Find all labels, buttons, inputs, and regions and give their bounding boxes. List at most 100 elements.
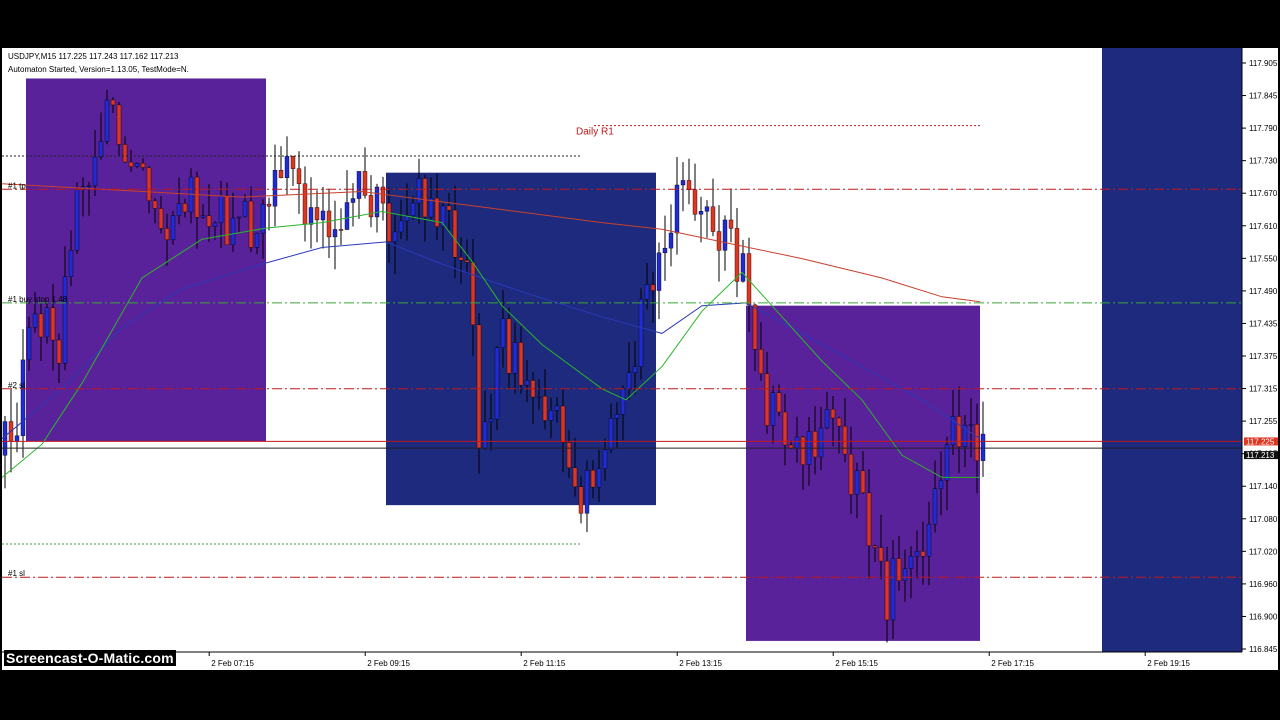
price-tick-label: 117.670: [1249, 189, 1278, 198]
candle-body: [638, 298, 644, 367]
price-tick-label: 117.790: [1249, 124, 1278, 133]
candle-body: [578, 486, 584, 514]
candle-body: [770, 392, 776, 426]
candle-body: [236, 216, 242, 219]
candle-body: [86, 185, 92, 187]
candle-body: [566, 442, 572, 469]
candle-body: [680, 180, 686, 186]
candle-body: [524, 380, 530, 386]
candle-body: [548, 410, 554, 421]
order-label-2: #1 tp: [8, 181, 26, 190]
candle-body: [56, 339, 62, 364]
price-chart[interactable]: Daily R1 #1 tp #1 buy stop 1.48 #2 sl #1 sl 1…: [2, 48, 1278, 670]
candle-body: [146, 167, 152, 202]
candle-body: [98, 141, 104, 158]
candle-body: [728, 219, 734, 229]
candle-body: [542, 395, 548, 421]
candle-body: [410, 202, 416, 216]
candle-body: [2, 421, 8, 456]
watermark: Screencast-O-Matic.com: [4, 650, 176, 666]
time-tick-label: 2 Feb 09:15: [367, 659, 410, 668]
candle-body: [974, 423, 980, 461]
price-tick-label: 117.375: [1249, 352, 1278, 361]
candle-body: [386, 202, 392, 242]
candle-body: [392, 231, 398, 242]
price-tick-label: 116.960: [1249, 580, 1278, 589]
candle-body: [74, 189, 80, 251]
order-label-8: #1 sl: [8, 569, 25, 578]
candle-body: [908, 555, 914, 569]
price-tick-label: 116.845: [1249, 645, 1278, 654]
candle-body: [356, 171, 362, 199]
candle-body: [338, 229, 344, 231]
candle-body: [842, 425, 848, 455]
candle-body: [590, 470, 596, 488]
candle-body: [584, 470, 590, 514]
price-tick-label: 117.845: [1249, 92, 1278, 101]
order-label-4: #2 sl: [8, 381, 25, 390]
candle-body: [176, 203, 182, 216]
candle-body: [350, 198, 356, 203]
candle-body: [278, 170, 284, 178]
candle-body: [302, 183, 308, 225]
time-tick-label: 2 Feb 07:15: [211, 659, 254, 668]
candle-body: [764, 373, 770, 426]
candle-body: [182, 203, 188, 213]
candle-body: [668, 232, 674, 249]
candle-body: [926, 523, 932, 557]
price-tick-label: 117.550: [1249, 254, 1278, 263]
candle-body: [518, 342, 524, 386]
candle-body: [464, 259, 470, 263]
candle-body: [308, 207, 314, 225]
candle-body: [140, 162, 146, 168]
candle-body: [872, 545, 878, 548]
candle-body: [890, 558, 896, 621]
candle-body: [776, 392, 782, 413]
candle-body: [536, 395, 542, 398]
candle-body: [710, 206, 716, 232]
candle-body: [44, 307, 50, 338]
bid-price-label: 117.213: [1246, 451, 1275, 460]
candle-body: [554, 405, 560, 411]
candle-body: [122, 144, 128, 163]
candle-body: [224, 195, 230, 246]
candle-body: [914, 551, 920, 557]
candle-body: [32, 313, 38, 328]
candle-body: [704, 206, 710, 212]
candle-body: [956, 416, 962, 448]
candle-body: [626, 372, 632, 390]
candle-body: [314, 207, 320, 221]
candle-body: [818, 427, 824, 458]
chart-frame[interactable]: Daily R1 #1 tp #1 buy stop 1.48 #2 sl #1 sl 1…: [2, 48, 1278, 670]
candle-body: [932, 488, 938, 525]
price-tick-label: 117.080: [1249, 515, 1278, 524]
candle-body: [20, 359, 26, 436]
session-box-0: [26, 78, 266, 442]
candle-body: [68, 250, 74, 277]
time-tick-label: 2 Feb 15:15: [835, 659, 878, 668]
price-tick-label: 117.140: [1249, 482, 1278, 491]
candle-body: [794, 436, 800, 449]
candle-body: [50, 307, 56, 341]
candle-body: [320, 210, 326, 221]
candle-body: [752, 304, 758, 350]
candle-body: [476, 324, 482, 449]
candle-body: [128, 161, 134, 167]
candle-body: [14, 435, 20, 442]
candle-body: [980, 433, 986, 461]
candle-body: [62, 276, 68, 364]
price-tick-label: 117.490: [1249, 287, 1278, 296]
candle-body: [488, 418, 494, 423]
candle-body: [284, 156, 290, 178]
price-tick-label: 117.905: [1249, 59, 1278, 68]
candle-body: [206, 215, 212, 227]
candle-body: [650, 284, 656, 291]
candle-body: [326, 210, 332, 238]
candle-body: [698, 211, 704, 215]
candle-body: [104, 99, 110, 142]
candle-body: [92, 156, 98, 186]
candle-body: [572, 467, 578, 487]
candle-body: [494, 347, 500, 420]
candle-body: [830, 408, 836, 419]
candle-body: [644, 284, 650, 300]
